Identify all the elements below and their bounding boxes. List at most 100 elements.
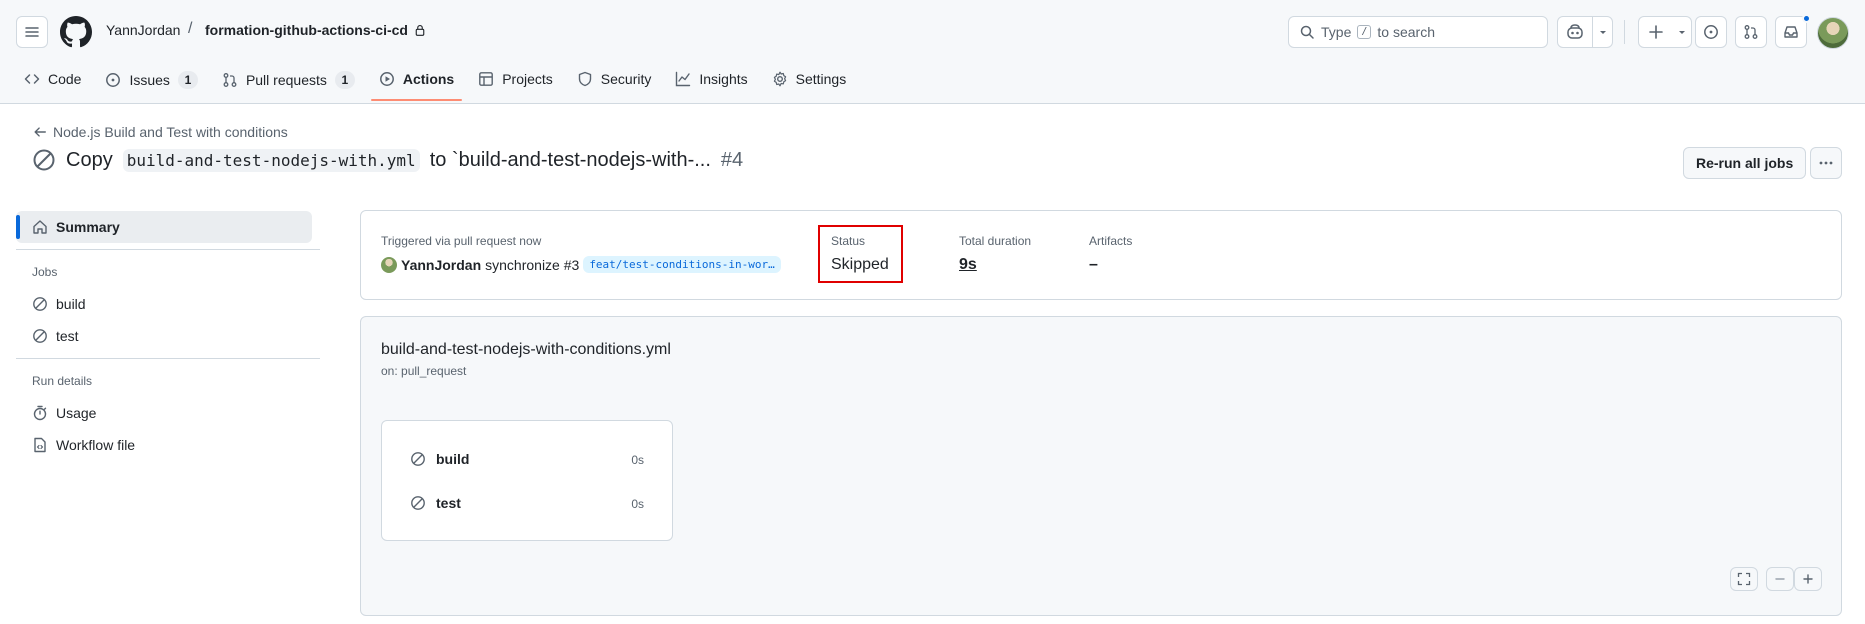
header-divider (1624, 20, 1625, 44)
sidebar-item-usage[interactable]: Usage (16, 397, 320, 429)
actor-name[interactable]: YannJordan (401, 257, 481, 273)
fullscreen-button[interactable] (1730, 567, 1758, 591)
issue-icon (106, 73, 121, 87)
tab-insights[interactable]: Insights (667, 64, 755, 94)
lock-icon (415, 24, 425, 36)
pull-requests-count-badge: 1 (334, 71, 355, 89)
sidebar-heading-run-details: Run details (32, 374, 93, 388)
skipped-icon (33, 297, 47, 311)
tab-issues[interactable]: Issues 1 (97, 64, 205, 96)
skipped-icon (411, 452, 425, 466)
artifacts-value: – (1089, 256, 1098, 273)
sidebar-item-label: test (56, 328, 79, 344)
issues-button[interactable] (1695, 16, 1727, 48)
tab-label: Pull requests (245, 72, 327, 88)
search-placeholder-suffix: to search (1377, 24, 1435, 40)
breadcrumb-owner[interactable]: YannJordan (106, 22, 180, 38)
copilot-icon[interactable] (1558, 17, 1592, 47)
rerun-all-jobs-button[interactable]: Re-run all jobs (1683, 147, 1807, 179)
skipped-icon (33, 329, 47, 343)
plus-icon (1803, 574, 1813, 584)
search-icon (1300, 25, 1314, 39)
graph-icon (676, 71, 691, 87)
breadcrumb-separator: / (188, 20, 193, 37)
tab-actions[interactable]: Actions (370, 64, 463, 101)
tab-settings[interactable]: Settings (764, 64, 855, 94)
gear-icon (773, 71, 786, 87)
tab-code[interactable]: Code (16, 64, 89, 94)
branch-label[interactable]: feat/test-conditions-in-wor… (583, 256, 781, 273)
sidebar-item-workflow-file[interactable]: Workflow file (16, 429, 320, 461)
trigger-action[interactable]: synchronize #3 (485, 257, 579, 273)
duration-value-link[interactable]: 9s (959, 256, 977, 274)
zoom-out-button[interactable] (1766, 567, 1794, 591)
sidebar-item-label: build (56, 296, 86, 312)
job-group: build 0s test 0s (381, 420, 673, 541)
duration-label: Total duration (959, 234, 1032, 248)
shield-icon (578, 71, 591, 87)
tab-label: Insights (699, 71, 748, 87)
sidebar-item-label: Usage (56, 405, 97, 421)
github-logo-icon[interactable] (60, 16, 92, 48)
home-icon (33, 220, 47, 234)
global-header: YannJordan / formation-github-actions-ci… (0, 0, 1865, 104)
repo-name[interactable]: formation-github-actions-ci-cd (205, 22, 408, 38)
tab-label: Actions (402, 71, 455, 87)
notification-indicator (1802, 14, 1811, 23)
title-suffix: to `build-and-test-nodejs-with-... (429, 148, 711, 171)
create-dropdown-chevron-icon[interactable] (1673, 17, 1691, 47)
graph-job-build[interactable]: build (410, 451, 469, 467)
actor-avatar[interactable] (381, 256, 397, 273)
status-highlight-box (818, 225, 903, 283)
screen-full-icon (1737, 572, 1751, 586)
tab-label: Code (48, 71, 82, 87)
run-sidebar: Summary Jobs build test Run details Usag… (16, 211, 320, 461)
job-name: test (436, 495, 461, 511)
tab-label: Settings (795, 71, 847, 87)
tab-label: Issues (129, 72, 170, 88)
git-pull-request-icon (1744, 25, 1758, 39)
sidebar-heading-jobs: Jobs (32, 265, 58, 279)
tab-security[interactable]: Security (569, 64, 660, 94)
tab-pull-requests[interactable]: Pull requests 1 (214, 64, 363, 96)
page-title: Copy build-and-test-nodejs-with.yml to `… (32, 148, 743, 172)
workflow-trigger: on: pull_request (381, 364, 467, 378)
kebab-horizontal-icon (1819, 161, 1833, 165)
breadcrumb-repo[interactable]: formation-github-actions-ci-cd (205, 22, 426, 38)
tab-projects[interactable]: Projects (470, 64, 561, 94)
tab-label: Security (600, 71, 652, 87)
sidebar-item-summary[interactable]: Summary (16, 211, 312, 243)
sidebar-item-job-test[interactable]: test (16, 320, 320, 352)
hamburger-menu-button[interactable] (16, 16, 48, 48)
run-summary-card (360, 210, 1842, 300)
workflow-name[interactable]: Node.js Build and Test with conditions (53, 124, 288, 140)
dash-icon (1775, 578, 1785, 580)
sidebar-item-job-build[interactable]: build (16, 288, 320, 320)
graph-job-test[interactable]: test (410, 495, 461, 511)
workflow-file-name: build-and-test-nodejs-with-conditions.ym… (381, 341, 671, 358)
issue-opened-icon (1704, 25, 1718, 39)
user-avatar[interactable] (1817, 17, 1849, 49)
code-icon (24, 74, 40, 84)
repo-nav: Code Issues 1 Pull requests 1 Actions Pr… (16, 64, 862, 104)
title-filename: build-and-test-nodejs-with.yml (122, 148, 420, 172)
job-name: build (436, 451, 470, 467)
search-input[interactable]: Type / to search (1288, 16, 1548, 48)
job-duration: 0s (631, 497, 644, 511)
back-to-workflow-link[interactable]: Node.js Build and Test with conditions (33, 124, 288, 140)
copilot-dropdown-chevron-icon[interactable] (1592, 17, 1612, 47)
pull-request-icon (223, 73, 237, 87)
search-placeholder: Type (1321, 24, 1352, 40)
zoom-in-button[interactable] (1794, 567, 1822, 591)
create-new-button[interactable] (1638, 16, 1692, 48)
more-options-button[interactable] (1810, 147, 1842, 179)
play-icon (379, 72, 394, 86)
skipped-icon (411, 496, 425, 510)
sidebar-item-label: Summary (56, 219, 120, 235)
pull-requests-button[interactable] (1735, 16, 1767, 48)
sidebar-item-label: Workflow file (56, 437, 136, 453)
run-number: #4 (720, 148, 744, 171)
skipped-icon (33, 149, 55, 171)
plus-icon[interactable] (1639, 17, 1673, 47)
copilot-button[interactable] (1557, 16, 1613, 48)
